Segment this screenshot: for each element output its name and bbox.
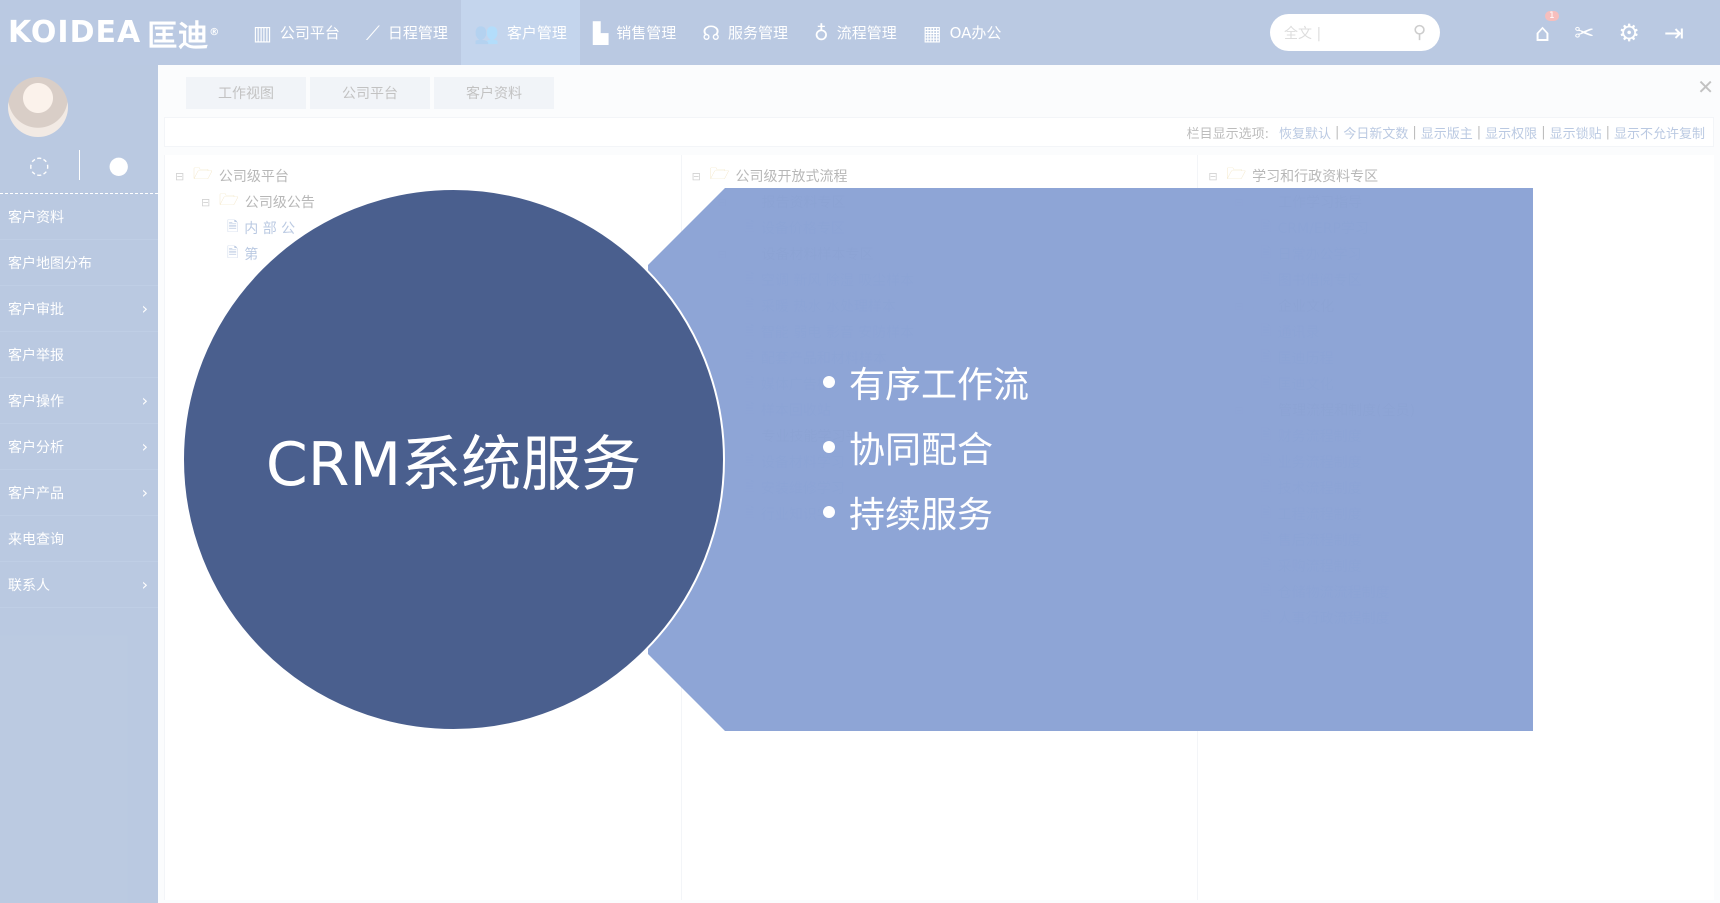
presentation-slide: CRM系统服务 有序工作流协同配合持续服务 <box>0 0 1720 903</box>
banner-polygon <box>648 188 1533 731</box>
bullet-list: 有序工作流协同配合持续服务 <box>823 349 1029 544</box>
bullet-dot <box>823 505 835 518</box>
bullet-text: 协同配合 <box>849 429 994 471</box>
slide-title: CRM系统服务 <box>265 430 642 500</box>
bullet-item: 协同配合 <box>823 414 1029 479</box>
bullet-dot <box>823 440 835 453</box>
bullet-dot <box>823 375 835 388</box>
bullet-item: 有序工作流 <box>823 349 1029 414</box>
title-circle: CRM系统服务 <box>182 188 725 731</box>
bullet-text: 有序工作流 <box>849 364 1030 406</box>
bullet-text: 持续服务 <box>849 494 994 536</box>
bullet-item: 持续服务 <box>823 479 1029 544</box>
